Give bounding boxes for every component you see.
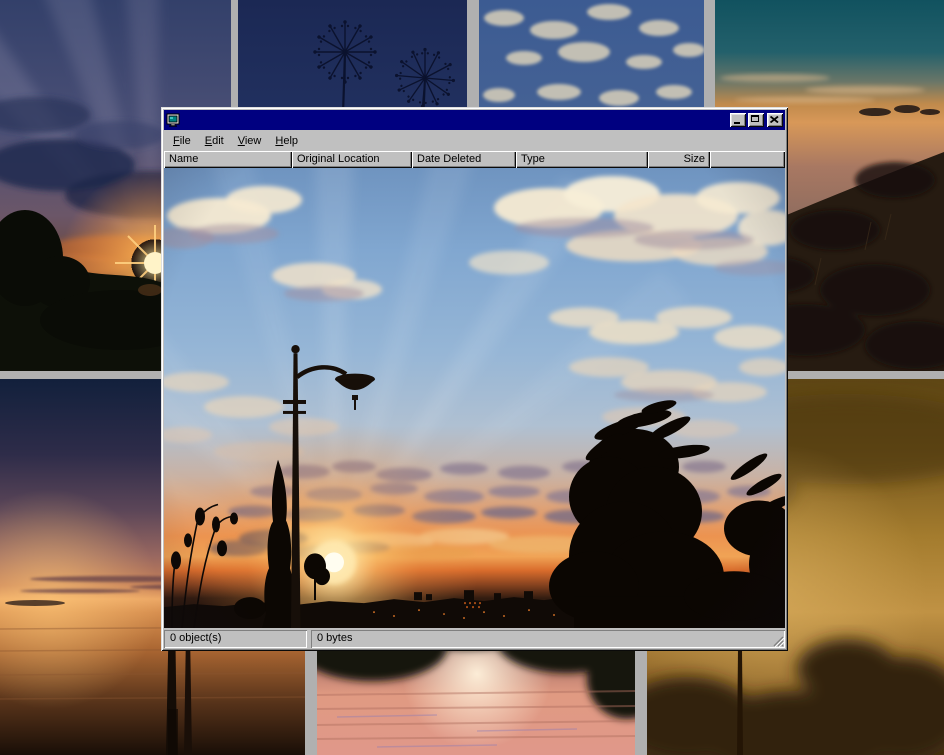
maximize-button[interactable] xyxy=(748,113,764,127)
status-bar: 0 object(s) 0 bytes xyxy=(164,628,785,648)
minimize-icon xyxy=(734,122,740,124)
folder-view-area[interactable] xyxy=(164,168,785,628)
menu-file[interactable]: File xyxy=(166,132,198,150)
column-header-original-location[interactable]: Original Location xyxy=(292,151,412,168)
column-header-date-deleted[interactable]: Date Deleted xyxy=(412,151,516,168)
menu-bar: File Edit View Help xyxy=(164,130,785,151)
status-object-count: 0 object(s) xyxy=(164,630,307,648)
computer-monitor-icon[interactable] xyxy=(166,113,180,127)
column-header-type[interactable]: Type xyxy=(516,151,648,168)
menu-view[interactable]: View xyxy=(231,132,269,150)
status-size-text: 0 bytes xyxy=(317,632,352,644)
resize-grip[interactable] xyxy=(771,634,784,647)
column-header-row: Name Original Location Date Deleted Type… xyxy=(164,151,785,168)
column-header-size[interactable]: Size xyxy=(648,151,710,168)
column-header-name[interactable]: Name xyxy=(164,151,292,168)
sunset-street-lamp-photo xyxy=(164,168,785,628)
recycle-bin-window: File Edit View Help Name Original Locati… xyxy=(161,107,788,651)
menu-edit[interactable]: Edit xyxy=(198,132,231,150)
close-button[interactable] xyxy=(767,113,783,127)
minimize-button[interactable] xyxy=(730,113,746,127)
status-size: 0 bytes xyxy=(311,630,785,648)
maximize-icon xyxy=(751,115,759,122)
title-bar[interactable] xyxy=(164,110,785,130)
window-controls xyxy=(730,113,783,127)
menu-help[interactable]: Help xyxy=(268,132,305,150)
column-header-blank[interactable] xyxy=(710,151,785,168)
desktop: { "window": { "title": "", "icon": "comp… xyxy=(0,0,944,755)
close-icon xyxy=(770,116,779,123)
